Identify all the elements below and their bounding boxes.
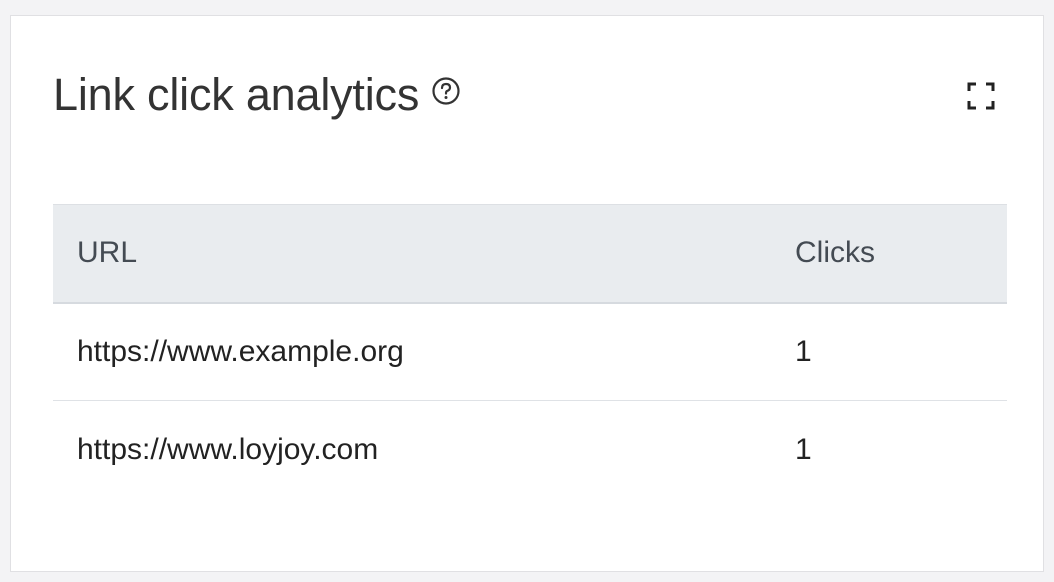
column-header-clicks[interactable]: Clicks (771, 205, 1007, 303)
link-click-analytics-card: Link click analytics URL Clicks https://… (10, 15, 1044, 572)
row-url: https://www.loyjoy.com (77, 432, 379, 466)
table-header-row: URL Clicks (53, 204, 1007, 303)
row-clicks: 1 (795, 432, 812, 466)
row-url: https://www.example.org (77, 334, 404, 368)
help-circle-icon[interactable] (431, 76, 461, 106)
table-row: https://www.example.org 1 (53, 303, 1007, 401)
card-title: Link click analytics (53, 69, 420, 120)
table-row: https://www.loyjoy.com 1 (53, 401, 1007, 499)
card-header: Link click analytics (53, 68, 461, 122)
row-clicks: 1 (795, 334, 812, 368)
fullscreen-button[interactable] (965, 80, 997, 112)
column-header-url[interactable]: URL (53, 205, 771, 303)
fullscreen-icon (967, 82, 995, 110)
link-clicks-table: URL Clicks https://www.example.org 1 htt… (53, 204, 1007, 499)
